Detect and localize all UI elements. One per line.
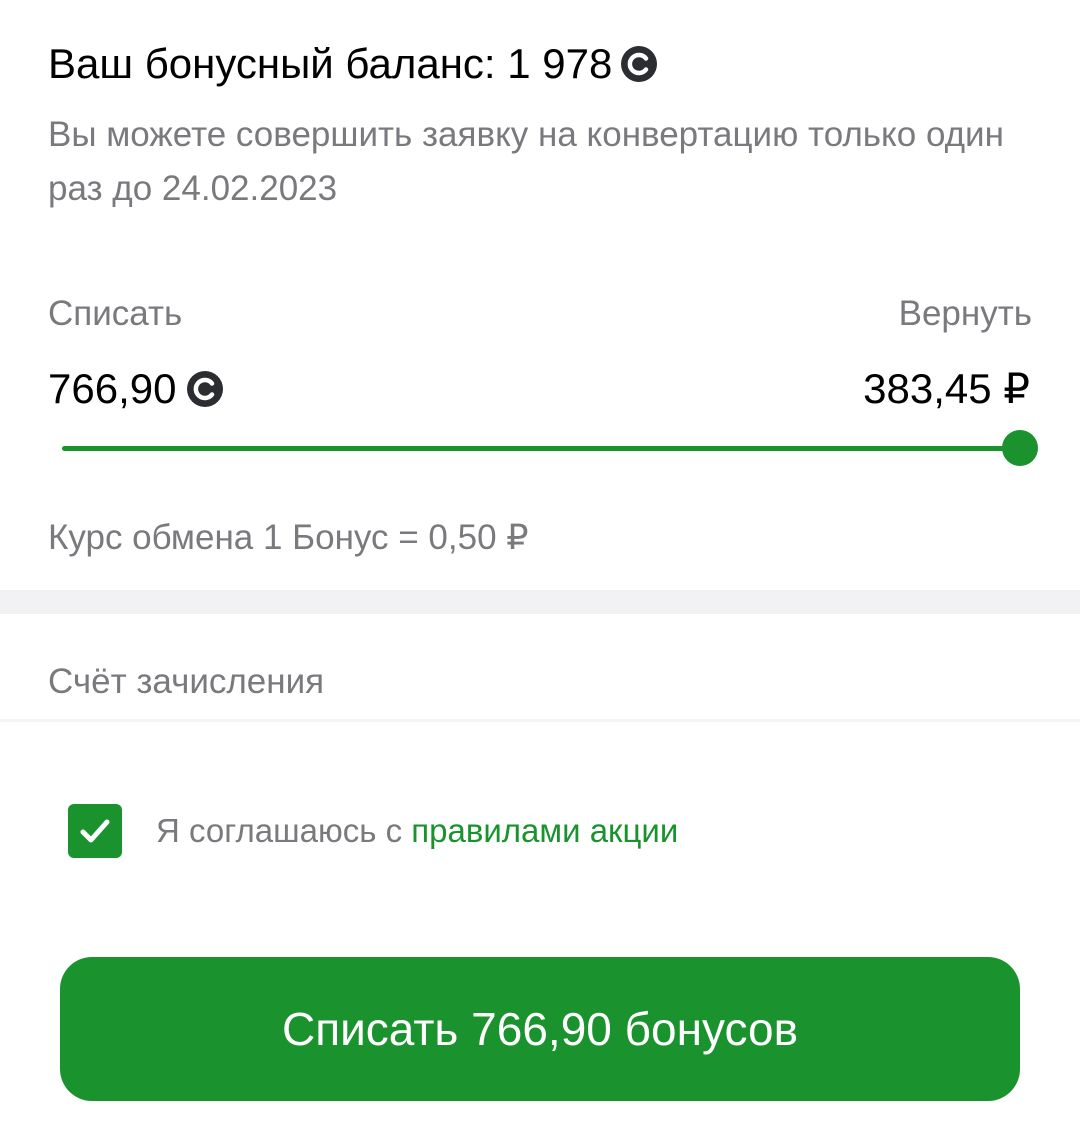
bonus-coin-icon (187, 371, 224, 407)
submit-button[interactable]: Списать 766,90 бонусов (60, 957, 1020, 1101)
agreement-row: Я соглашаюсь с правилами акции (68, 804, 678, 858)
amount-slider[interactable] (62, 428, 1038, 468)
rules-link[interactable]: правилами акции (411, 812, 678, 849)
refund-label: Вернуть (898, 294, 1032, 333)
account-label: Счёт зачисления (48, 662, 325, 701)
debit-label: Списать (48, 294, 183, 333)
balance-title: Ваш бонусный баланс: 1 978 (48, 38, 658, 90)
agreement-checkbox[interactable] (68, 804, 122, 858)
bonus-coin-icon (621, 46, 658, 82)
exchange-rate: Курс обмена 1 Бонус = 0,50 ₽ (48, 518, 529, 557)
section-divider (0, 590, 1080, 614)
agreement-text: Я соглашаюсь с правилами акции (156, 809, 678, 853)
balance-label: Ваш бонусный баланс: 1 978 (48, 40, 613, 87)
account-divider (0, 719, 1080, 722)
refund-amount: 383,45 ₽ (863, 365, 1030, 412)
debit-value: 766,90 (48, 365, 177, 412)
slider-thumb[interactable] (1002, 430, 1038, 466)
slider-fill (62, 446, 1020, 451)
debit-amount: 766,90 (48, 364, 224, 414)
agreement-prefix: Я соглашаюсь с (156, 812, 412, 849)
conversion-notice: Вы можете совершить заявку на конвертаци… (48, 115, 1004, 208)
checkmark-icon (80, 819, 110, 843)
